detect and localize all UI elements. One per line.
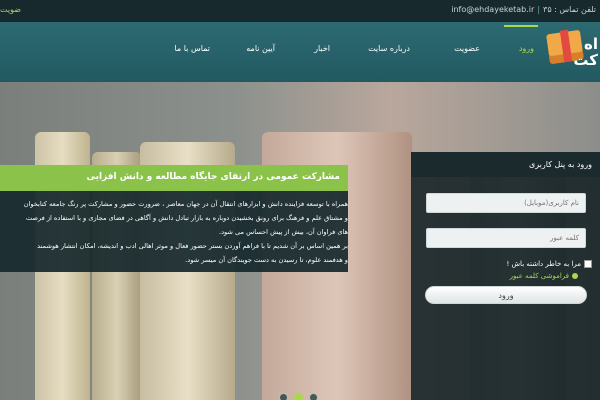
slider-dot-active[interactable]	[294, 393, 303, 400]
bullet-icon	[572, 273, 578, 279]
nav-item-news[interactable]: اخبار	[314, 44, 330, 53]
password-input[interactable]	[426, 228, 586, 248]
nav-item-membership[interactable]: عضویت	[454, 44, 480, 53]
login-panel-title: ورود به پنل کاربری	[411, 152, 600, 177]
intro-text-line: های فراوان آن، بیش از پیش احساس می شود.	[218, 228, 348, 236]
site-header: ورود عضویت درباره سایت اخبار آیین نامه ت…	[0, 22, 600, 82]
remember-checkbox[interactable]	[584, 260, 592, 268]
logo-text: اه کت	[573, 35, 598, 69]
forgot-password-label: فراموشی کلمه عبور	[509, 272, 569, 280]
login-button[interactable]: ورود	[425, 286, 587, 304]
contact-separator: |	[537, 5, 541, 14]
slider-pagination	[279, 393, 318, 400]
login-panel: ورود به پنل کاربری مرا به خاطر داشته باش…	[411, 152, 600, 400]
intro-card-body: همراه با توسعه فزاینده دانش و ابزارهای ا…	[0, 191, 348, 272]
remember-label: مرا به خاطر داشته باش !	[506, 260, 581, 268]
username-input[interactable]	[426, 193, 586, 213]
site-logo[interactable]: اه کت	[542, 29, 600, 74]
intro-text-line: و مشتاق علم و فرهنگ برای رونق بخشیدن دوب…	[25, 214, 348, 222]
intro-text-line: بر همین اساس بر آن شدیم تا با فراهم آورد…	[37, 242, 348, 250]
slider-dot[interactable]	[309, 393, 318, 400]
remember-me[interactable]: مرا به خاطر داشته باش !	[506, 260, 592, 268]
contact-info: تلفن تماس : ۳۵|info@ehdayeketab.ir	[451, 5, 596, 14]
nav-item-about[interactable]: درباره سایت	[368, 44, 410, 53]
nav-item-login[interactable]: ورود	[519, 44, 534, 53]
forgot-password-link[interactable]: فراموشی کلمه عبور	[510, 272, 578, 280]
slider-dot[interactable]	[279, 393, 288, 400]
phone-text: تلفن تماس : ۳۵	[543, 5, 596, 14]
nav-item-rules[interactable]: آیین نامه	[246, 44, 275, 53]
intro-card: مشارکت عمومی در ارتقای جایگاه مطالعه و د…	[0, 165, 348, 272]
intro-text-line: و هدفمند علوم، تا رسیدن به دست جویندگان …	[185, 256, 348, 264]
top-membership-link[interactable]: ضویت	[0, 5, 21, 14]
nav-item-contact[interactable]: تماس با ما	[174, 44, 210, 53]
intro-card-title: مشارکت عمومی در ارتقای جایگاه مطالعه و د…	[0, 165, 348, 191]
intro-text-line: همراه با توسعه فزاینده دانش و ابزارهای ا…	[23, 200, 348, 208]
email-link[interactable]: info@ehdayeketab.ir	[451, 5, 534, 14]
top-bar: تلفن تماس : ۳۵|info@ehdayeketab.ir ضویت	[0, 0, 600, 22]
active-nav-underline	[504, 25, 538, 27]
